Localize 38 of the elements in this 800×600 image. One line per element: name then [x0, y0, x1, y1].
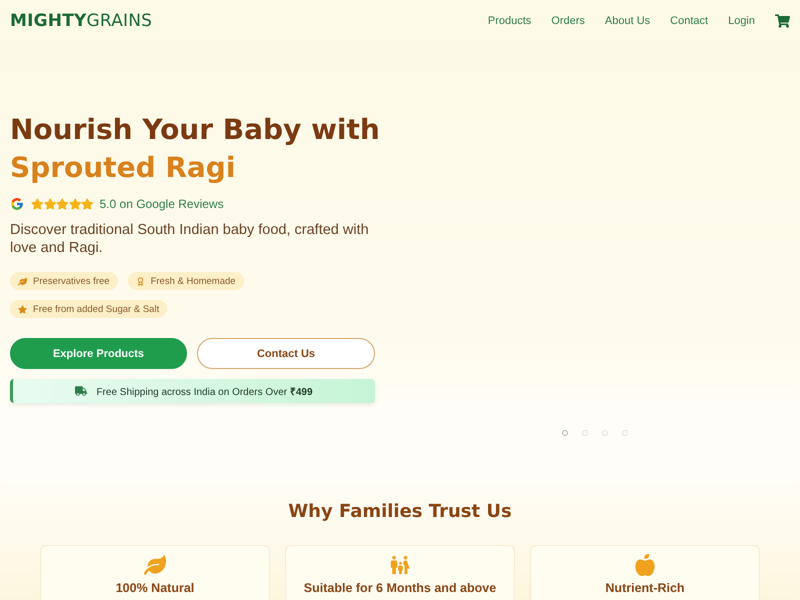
star-icon	[44, 198, 56, 210]
star-icon	[68, 198, 81, 210]
feature-title: 100% Natural	[116, 581, 194, 595]
award-ribbon-icon	[136, 276, 145, 286]
nav-link[interactable]: Products	[488, 15, 532, 27]
badge-label: Preservatives free	[33, 276, 110, 286]
carousel-dot[interactable]	[562, 430, 568, 436]
section-title: Why Families Trust Us	[288, 500, 512, 524]
truck-icon	[75, 386, 88, 396]
contact-button[interactable]: Contact Us	[197, 338, 375, 369]
nav-link[interactable]: About Us	[604, 15, 650, 27]
badge-label: Fresh & Homemade	[150, 276, 236, 286]
shipping-text: Free Shipping across India on Orders Over ₹499	[96, 386, 313, 398]
hero-description: Discover traditional South Indian baby food, crafted with love and Ragi.	[10, 221, 370, 257]
rating-text: 5.0 on Google Reviews	[100, 197, 224, 211]
family-icon	[389, 554, 411, 576]
star-icon	[31, 198, 44, 210]
hero-title: Nourish Your Baby with	[10, 112, 380, 148]
carousel-dot[interactable]	[602, 430, 608, 436]
brand-logo[interactable]: MIGHTYGRAINS	[10, 11, 152, 31]
explore-products-button[interactable]: Explore Products	[10, 338, 187, 369]
feature-title: Suitable for 6 Months and above	[304, 581, 496, 595]
feature-title: Nutrient-Rich	[605, 581, 685, 595]
star-icon	[18, 304, 27, 314]
hero-highlight: Sprouted Ragi	[10, 150, 236, 186]
carousel-dot[interactable]	[622, 430, 628, 436]
star-icon	[81, 198, 94, 210]
carousel-dot[interactable]	[582, 430, 588, 436]
badge-label: Free from added Sugar & Salt	[33, 304, 160, 314]
google-logo-icon	[10, 197, 24, 211]
nav-link[interactable]: Contact	[670, 15, 708, 27]
cart-icon[interactable]	[775, 14, 790, 28]
leaf-icon	[144, 554, 166, 576]
nav-link[interactable]: Orders	[551, 15, 585, 27]
nav-link[interactable]: Login	[728, 15, 755, 27]
apple-icon	[634, 554, 656, 576]
leaf-icon	[18, 276, 27, 286]
star-icon	[56, 198, 68, 210]
